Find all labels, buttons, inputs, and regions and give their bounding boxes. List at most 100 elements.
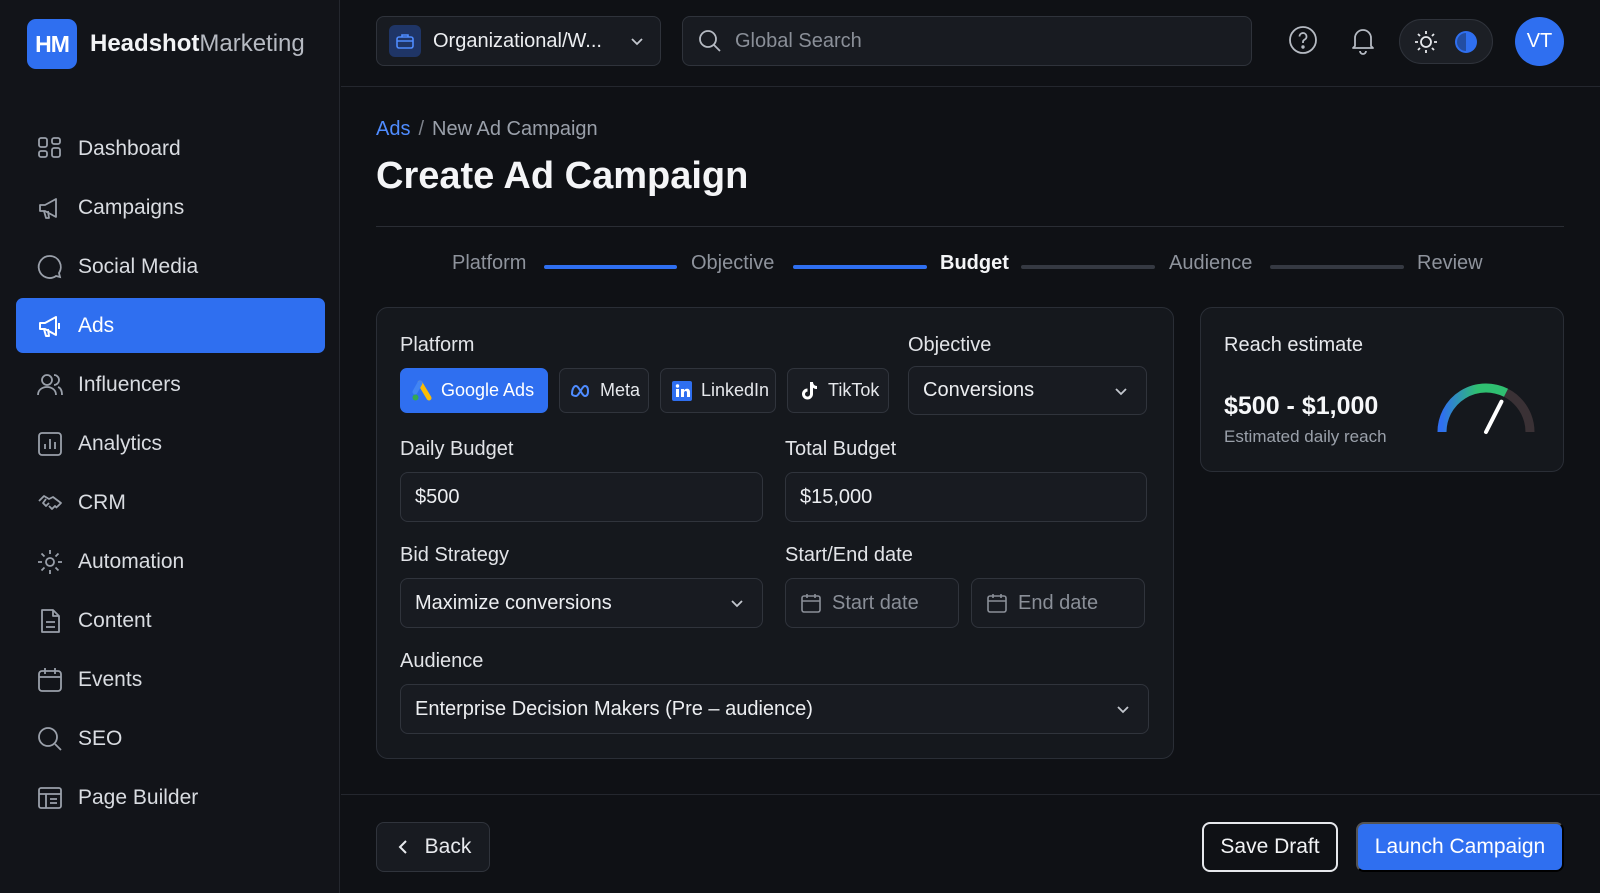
organization-select[interactable]: Organizational/W... bbox=[376, 16, 661, 66]
total-budget-value: $15,000 bbox=[800, 485, 873, 508]
chip-label: TikTok bbox=[828, 380, 880, 400]
chevron-down-icon bbox=[728, 594, 746, 612]
sidebar-item-social-media[interactable]: Social Media bbox=[16, 239, 325, 294]
sidebar-item-automation[interactable]: Automation bbox=[16, 534, 325, 589]
step-platform[interactable]: Platform bbox=[452, 252, 526, 275]
sidebar-item-content[interactable]: Content bbox=[16, 593, 325, 648]
total-budget-input[interactable]: $15,000 bbox=[785, 472, 1147, 522]
audience-value: Enterprise Decision Makers (Pre – audien… bbox=[415, 697, 813, 720]
header-divider bbox=[376, 226, 1564, 227]
step-budget[interactable]: Budget bbox=[940, 252, 1009, 275]
gear-icon bbox=[36, 548, 64, 576]
sidebar-item-label: Campaigns bbox=[78, 195, 185, 219]
budget-form-card: Platform Google Ads Meta LinkedIn TikTok… bbox=[376, 307, 1174, 759]
sidebar-item-label: CRM bbox=[78, 490, 126, 514]
search-input[interactable] bbox=[735, 29, 1215, 53]
reach-value: $500 - $1,000 bbox=[1224, 392, 1379, 420]
platform-chip-meta[interactable]: Meta bbox=[559, 368, 649, 413]
step-review[interactable]: Review bbox=[1417, 252, 1483, 275]
platform-label: Platform bbox=[400, 334, 475, 356]
help-icon[interactable] bbox=[1287, 24, 1319, 56]
sidebar: HM HeadshotMarketing Dashboard Campaigns… bbox=[0, 0, 340, 893]
reach-gauge bbox=[1437, 383, 1535, 434]
brand[interactable]: HM HeadshotMarketing bbox=[27, 19, 305, 69]
back-button-label: Back bbox=[424, 835, 472, 858]
linkedin-icon bbox=[671, 380, 693, 402]
chip-label: Meta bbox=[600, 380, 641, 400]
platform-chip-tiktok[interactable]: TikTok bbox=[787, 368, 889, 413]
sidebar-item-label: Page Builder bbox=[78, 785, 199, 809]
sun-icon[interactable] bbox=[1413, 29, 1439, 55]
sidebar-item-crm[interactable]: CRM bbox=[16, 475, 325, 530]
sidebar-item-campaigns[interactable]: Campaigns bbox=[16, 180, 325, 235]
chevron-left-icon bbox=[398, 840, 407, 854]
sidebar-item-ads[interactable]: Ads bbox=[16, 298, 325, 353]
sidebar-item-label: Influencers bbox=[78, 372, 181, 396]
sidebar-item-page-builder[interactable]: Page Builder bbox=[16, 770, 325, 825]
search-icon bbox=[697, 28, 723, 54]
daily-budget-input[interactable]: $500 bbox=[400, 472, 763, 522]
calendar-icon bbox=[800, 592, 822, 614]
page-title: Create Ad Campaign bbox=[376, 155, 749, 197]
bid-strategy-select[interactable]: Maximize conversions bbox=[400, 578, 763, 628]
chevron-down-icon bbox=[1114, 700, 1132, 718]
breadcrumb-current: New Ad Campaign bbox=[432, 118, 598, 140]
end-date-placeholder: End date bbox=[1018, 591, 1099, 614]
grid-icon bbox=[36, 135, 64, 163]
audience-label: Audience bbox=[400, 650, 484, 672]
audience-select[interactable]: Enterprise Decision Makers (Pre – audien… bbox=[400, 684, 1149, 734]
step-connector bbox=[1021, 265, 1155, 269]
sidebar-item-label: Events bbox=[78, 667, 143, 691]
sidebar-item-label: Social Media bbox=[78, 254, 199, 278]
sidebar-item-influencers[interactable]: Influencers bbox=[16, 357, 325, 412]
users-icon bbox=[36, 371, 64, 399]
sidebar-item-label: Content bbox=[78, 608, 152, 632]
tiktok-icon bbox=[798, 380, 820, 402]
chip-label: Google Ads bbox=[441, 380, 535, 400]
footer-bar: Back Save Draft Launch Campaign bbox=[341, 794, 1600, 893]
step-audience[interactable]: Audience bbox=[1169, 252, 1252, 275]
megaphone-icon bbox=[36, 312, 64, 340]
topbar: Organizational/W... VT bbox=[341, 0, 1600, 87]
end-date-input[interactable]: End date bbox=[971, 578, 1145, 628]
start-date-input[interactable]: Start date bbox=[785, 578, 959, 628]
theme-toggle[interactable] bbox=[1399, 19, 1493, 64]
sidebar-item-seo[interactable]: SEO bbox=[16, 711, 325, 766]
breadcrumb-link-ads[interactable]: Ads bbox=[376, 118, 410, 140]
bell-icon[interactable] bbox=[1347, 24, 1379, 56]
step-objective[interactable]: Objective bbox=[691, 252, 774, 275]
document-icon bbox=[36, 607, 64, 635]
sidebar-item-label: Dashboard bbox=[78, 136, 181, 160]
search-icon bbox=[36, 725, 64, 753]
daily-budget-value: $500 bbox=[415, 485, 460, 508]
total-budget-label: Total Budget bbox=[785, 438, 897, 460]
save-draft-button[interactable]: Save Draft bbox=[1202, 822, 1338, 872]
platform-chip-linkedin[interactable]: LinkedIn bbox=[660, 368, 776, 413]
step-connector bbox=[793, 265, 927, 269]
step-connector bbox=[544, 265, 677, 269]
reach-subtitle: Estimated daily reach bbox=[1224, 427, 1387, 446]
handshake-icon bbox=[36, 489, 64, 517]
brand-logo: HM bbox=[27, 19, 77, 69]
brand-name-bold: Headshot bbox=[90, 30, 200, 57]
reach-estimate-card: Reach estimate $500 - $1,000 Estimated d… bbox=[1200, 307, 1564, 472]
moon-icon[interactable] bbox=[1453, 29, 1479, 55]
launch-campaign-button[interactable]: Launch Campaign bbox=[1356, 822, 1564, 872]
breadcrumb: Ads / New Ad Campaign bbox=[376, 118, 598, 141]
platform-chip-google-ads[interactable]: Google Ads bbox=[400, 368, 548, 413]
sidebar-item-events[interactable]: Events bbox=[16, 652, 325, 707]
bar-chart-icon bbox=[36, 430, 64, 458]
chip-label: LinkedIn bbox=[701, 380, 770, 400]
sidebar-item-dashboard[interactable]: Dashboard bbox=[16, 121, 325, 176]
sidebar-item-label: Automation bbox=[78, 549, 185, 573]
objective-label: Objective bbox=[908, 334, 992, 356]
objective-select[interactable]: Conversions bbox=[908, 366, 1147, 415]
sidebar-item-analytics[interactable]: Analytics bbox=[16, 416, 325, 471]
chat-bubble-icon bbox=[36, 253, 64, 281]
step-connector bbox=[1270, 265, 1404, 269]
bid-strategy-value: Maximize conversions bbox=[415, 591, 612, 614]
global-search[interactable] bbox=[682, 16, 1252, 66]
back-button[interactable]: Back bbox=[376, 822, 490, 872]
avatar[interactable]: VT bbox=[1515, 17, 1564, 66]
briefcase-icon bbox=[389, 25, 421, 57]
